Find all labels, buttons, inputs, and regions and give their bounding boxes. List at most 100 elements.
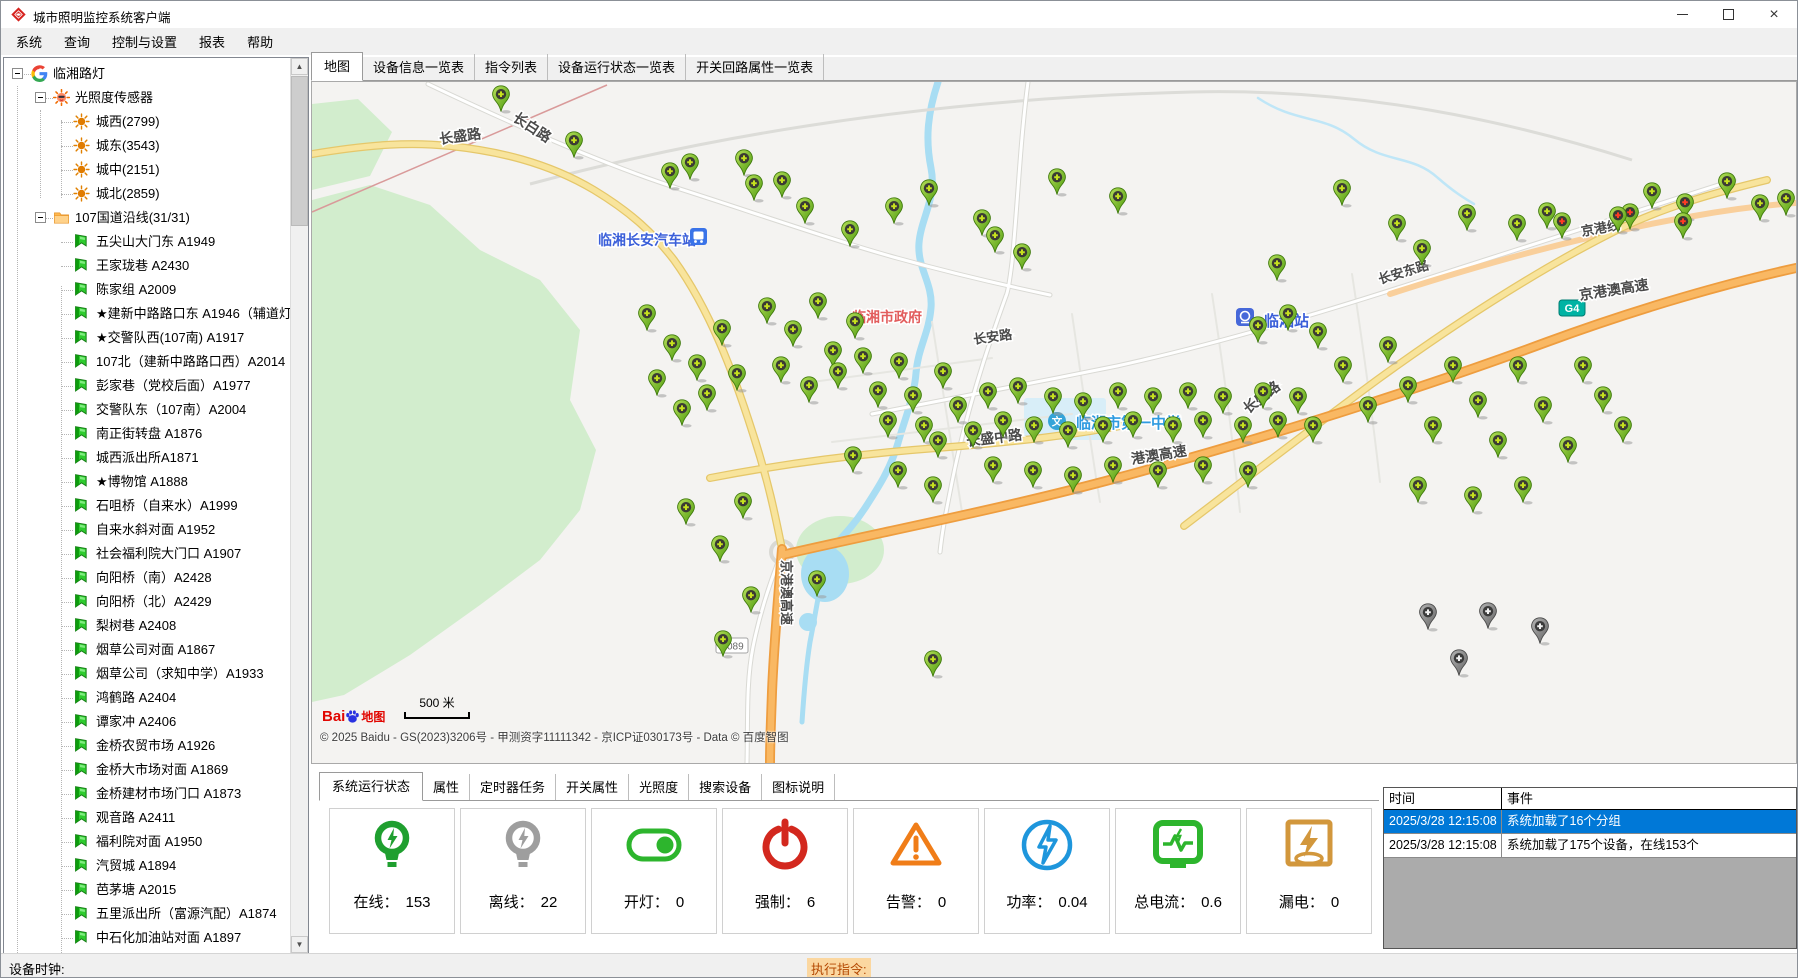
tree-item-group[interactable]: 临湘路灯 bbox=[4, 62, 290, 86]
map-pin-online[interactable] bbox=[712, 536, 730, 564]
map-pin-online[interactable] bbox=[1560, 437, 1578, 465]
tree-item-group[interactable]: 光照度传感器 bbox=[4, 86, 290, 110]
map-pin-online[interactable] bbox=[774, 172, 792, 200]
tree-item-device[interactable]: 芭茅塘 A2015 bbox=[4, 878, 290, 902]
tree-item-device[interactable]: 南正街转盘 A1876 bbox=[4, 422, 290, 446]
tree-item-group[interactable]: 城西(2799) bbox=[4, 110, 290, 134]
map-pin-online[interactable] bbox=[935, 363, 953, 391]
map-view[interactable]: G4X089 长盛路长白路长安路长安东路长盛中路长盛路港澳高速京港澳高速京港线京… bbox=[311, 81, 1797, 764]
map-pin-online[interactable] bbox=[925, 651, 943, 679]
map-pin-online[interactable] bbox=[1490, 432, 1508, 460]
tree-item-device[interactable]: 梨树巷 A2408 bbox=[4, 614, 290, 638]
menu-item-4[interactable]: 帮助 bbox=[236, 28, 284, 55]
map-pin-online[interactable] bbox=[1025, 462, 1043, 490]
scroll-down-icon[interactable]: ▼ bbox=[291, 936, 308, 953]
map-pin-online[interactable] bbox=[729, 365, 747, 393]
map-pin-online[interactable] bbox=[987, 227, 1005, 255]
map-pin-online[interactable] bbox=[1195, 457, 1213, 485]
map-pin-online[interactable] bbox=[1510, 357, 1528, 385]
tree-item-device[interactable]: 烟草公司对面 A1867 bbox=[4, 638, 290, 662]
map-pin-online[interactable] bbox=[1752, 195, 1770, 223]
tree-item-device[interactable]: 交警队东（107南）A2004 bbox=[4, 398, 290, 422]
map-pin-online[interactable] bbox=[870, 382, 888, 410]
map-pin-online[interactable] bbox=[759, 298, 777, 326]
map-pin-online[interactable] bbox=[743, 587, 761, 615]
tree-item-device[interactable]: 王家珑巷 A2430 bbox=[4, 254, 290, 278]
map-device-pins[interactable] bbox=[493, 86, 1796, 679]
map-pin-online[interactable] bbox=[1310, 323, 1328, 351]
menu-item-0[interactable]: 系统 bbox=[5, 28, 53, 55]
map-pin-offline[interactable] bbox=[1451, 650, 1469, 678]
tree-item-device[interactable]: 谭家冲 A2406 bbox=[4, 710, 290, 734]
tree-collapse-icon[interactable] bbox=[35, 212, 46, 223]
map-pin-online[interactable] bbox=[1509, 215, 1527, 243]
tree-item-device[interactable]: 向阳桥（北）A2429 bbox=[4, 590, 290, 614]
map-pin-online[interactable] bbox=[847, 313, 865, 341]
map-pin-online[interactable] bbox=[1425, 417, 1443, 445]
map-pin-online[interactable] bbox=[1290, 388, 1308, 416]
event-row[interactable]: 2025/3/28 12:15:08系统加载了175个设备，在线153个 bbox=[1384, 834, 1796, 858]
tree-item-device[interactable]: 中石化加油站对面 A1897 bbox=[4, 926, 290, 950]
tree-item-device[interactable]: 鸿鹤路 A2404 bbox=[4, 686, 290, 710]
map-pin-online[interactable] bbox=[1515, 477, 1533, 505]
map-pin-online[interactable] bbox=[773, 357, 791, 385]
map-pin-online[interactable] bbox=[1465, 487, 1483, 515]
bottom-tab-3[interactable]: 开关属性 bbox=[556, 774, 629, 800]
tree-item-device[interactable]: 五里派出所（富源汽配）A1874 bbox=[4, 902, 290, 926]
map-pin-online[interactable] bbox=[1195, 412, 1213, 440]
map-pin-online[interactable] bbox=[1459, 205, 1477, 233]
tree-item-device[interactable]: 烟草公司（求知中学）A1933 bbox=[4, 662, 290, 686]
map-pin-online[interactable] bbox=[1215, 388, 1233, 416]
bottom-tab-5[interactable]: 搜索设备 bbox=[689, 774, 762, 800]
map-pin-online[interactable] bbox=[845, 447, 863, 475]
map-pin-online[interactable] bbox=[1380, 337, 1398, 365]
menu-item-2[interactable]: 控制与设置 bbox=[101, 28, 188, 55]
tree-item-device[interactable]: 107北（建新中路路口西）A2014 bbox=[4, 350, 290, 374]
map-pin-online[interactable] bbox=[1335, 357, 1353, 385]
map-pin-online[interactable] bbox=[785, 321, 803, 349]
map-pin-online[interactable] bbox=[649, 370, 667, 398]
map-pin-online[interactable] bbox=[1145, 388, 1163, 416]
map-pin-online[interactable] bbox=[678, 499, 696, 527]
bottom-tab-2[interactable]: 定时器任务 bbox=[470, 774, 556, 800]
tree-item-device[interactable]: ★博物馆 A1888 bbox=[4, 470, 290, 494]
tree-item-device[interactable]: ★交警队西(107南) A1917 bbox=[4, 326, 290, 350]
tree-item-device[interactable]: ★建新中路路口东 A1946（辅道灯） bbox=[4, 302, 290, 326]
minimize-button[interactable] bbox=[1659, 1, 1705, 28]
view-tab-0[interactable]: 地图 bbox=[311, 52, 363, 81]
view-tab-4[interactable]: 开关回路属性一览表 bbox=[686, 54, 824, 80]
map-pin-online[interactable] bbox=[1014, 244, 1032, 272]
tree-item-group[interactable]: 城东(3543) bbox=[4, 134, 290, 158]
bottom-tab-1[interactable]: 属性 bbox=[423, 774, 470, 800]
tree-item-device[interactable]: 彭家巷（党校后面）A1977 bbox=[4, 374, 290, 398]
map-pin-online[interactable] bbox=[639, 305, 657, 333]
tree-item-group[interactable]: 城北(2859) bbox=[4, 182, 290, 206]
map-pin-online[interactable] bbox=[891, 353, 909, 381]
map-pin-online[interactable] bbox=[1334, 180, 1352, 208]
tree-item-device[interactable]: 金桥大市场对面 A1869 bbox=[4, 758, 290, 782]
tree-item-group[interactable]: 107国道沿线(31/31) bbox=[4, 206, 290, 230]
view-tab-3[interactable]: 设备运行状态一览表 bbox=[548, 54, 686, 80]
map-pin-online[interactable] bbox=[493, 86, 511, 114]
map-pin-online[interactable] bbox=[797, 198, 815, 226]
bottom-tab-0[interactable]: 系统运行状态 bbox=[319, 772, 423, 801]
map-pin-online[interactable] bbox=[1389, 215, 1407, 243]
map-pin-online[interactable] bbox=[921, 180, 939, 208]
map-pin-online[interactable] bbox=[801, 377, 819, 405]
map-pin-online[interactable] bbox=[925, 477, 943, 505]
map-pin-online[interactable] bbox=[1595, 387, 1613, 415]
map-pin-alarm[interactable] bbox=[1675, 213, 1693, 241]
map-pin-online[interactable] bbox=[735, 493, 753, 521]
map-pin-online[interactable] bbox=[682, 154, 700, 182]
map-pin-offline[interactable] bbox=[1480, 603, 1498, 631]
tree-item-device[interactable]: 金桥建材市场门口 A1873 bbox=[4, 782, 290, 806]
map-pin-online[interactable] bbox=[689, 355, 707, 383]
tree-scrollbar[interactable]: ▲ ▼ bbox=[290, 58, 308, 953]
scrollbar-thumb[interactable] bbox=[291, 76, 308, 226]
map-pin-online[interactable] bbox=[1539, 203, 1557, 231]
map-pin-online[interactable] bbox=[1150, 462, 1168, 490]
tree-item-device[interactable]: 石咀桥（自来水）A1999 bbox=[4, 494, 290, 518]
map-pin-offline[interactable] bbox=[1532, 618, 1550, 646]
map-pin-offline[interactable] bbox=[1420, 604, 1438, 632]
map-pin-online[interactable] bbox=[1049, 169, 1067, 197]
